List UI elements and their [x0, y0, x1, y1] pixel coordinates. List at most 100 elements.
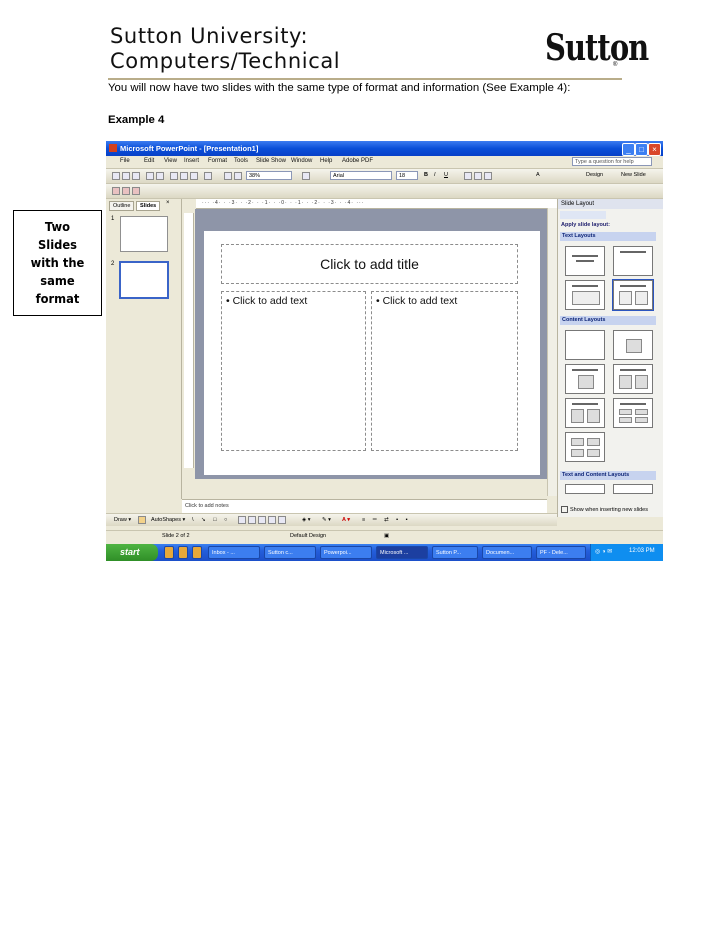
layout-title-only[interactable]	[565, 246, 605, 276]
design-button[interactable]: Design	[586, 172, 603, 178]
menu-slide-show[interactable]: Slide Show	[256, 158, 286, 164]
diagram-icon[interactable]	[258, 516, 266, 524]
menu-file[interactable]: File	[120, 158, 130, 164]
chart-icon[interactable]	[224, 172, 232, 180]
slide-thumbnail-1[interactable]	[120, 216, 168, 252]
notes-pane[interactable]: Click to add notes	[182, 499, 547, 513]
fill-color-button[interactable]: ◈ ▾	[302, 517, 311, 523]
vertical-scrollbar[interactable]	[547, 208, 557, 496]
underline-button[interactable]: U	[444, 172, 448, 178]
menu-tools[interactable]: Tools	[234, 158, 248, 164]
align-center-icon[interactable]	[474, 172, 482, 180]
line-style-buttons[interactable]: ≡ ═ ⇄ ▪ ▪	[362, 517, 411, 523]
layout-title-two-content-over[interactable]	[565, 398, 605, 428]
right-content-placeholder[interactable]: • Click to add text	[371, 291, 518, 451]
minimize-button[interactable]: _	[622, 143, 635, 156]
clipart-icon[interactable]	[268, 516, 276, 524]
title-line-2: Computers/Technical	[110, 49, 341, 73]
align-left-icon[interactable]	[464, 172, 472, 180]
textbox-icon[interactable]	[238, 516, 246, 524]
slide-sorter-icon[interactable]	[132, 187, 140, 195]
tray-icons[interactable]: ◎ ◑ ✉	[595, 548, 612, 555]
slide-count: Slide 2 of 2	[162, 533, 190, 539]
draw-menu-button[interactable]: Draw ▾	[114, 517, 131, 523]
tab-outline[interactable]: Outline	[109, 201, 135, 211]
title-placeholder[interactable]: Click to add title	[221, 244, 518, 284]
menu-format[interactable]: Format	[208, 158, 227, 164]
menu-bar: File Edit View Insert Format Tools Slide…	[106, 156, 663, 169]
slide-thumbnail-2[interactable]	[119, 261, 169, 299]
font-select[interactable]: Arial	[330, 171, 392, 180]
start-button[interactable]: start	[106, 544, 158, 561]
slide-show-icon[interactable]	[112, 187, 120, 195]
task-pane-header: Slide Layout	[558, 199, 663, 209]
slide-canvas[interactable]: Click to add title • Click to add text •…	[204, 231, 540, 475]
taskbar-item-document[interactable]: Documen...	[482, 546, 532, 559]
table-icon[interactable]	[234, 172, 242, 180]
help-icon[interactable]	[302, 172, 310, 180]
layout-title[interactable]	[613, 246, 653, 276]
close-button[interactable]: ×	[648, 143, 661, 156]
quick-launch-icon-2[interactable]	[178, 546, 188, 559]
undo-icon[interactable]	[204, 172, 212, 180]
cut-icon[interactable]	[170, 172, 178, 180]
taskbar-item-sutton[interactable]: Sutton c...	[264, 546, 316, 559]
menu-insert[interactable]: Insert	[184, 158, 199, 164]
align-right-icon[interactable]	[484, 172, 492, 180]
select-objects-icon[interactable]	[138, 516, 146, 524]
bold-button[interactable]: B	[424, 172, 428, 178]
taskbar-item-microsoft[interactable]: Microsoft ...	[376, 546, 428, 559]
menu-edit[interactable]: Edit	[144, 158, 154, 164]
wordart-icon[interactable]	[248, 516, 256, 524]
slide-number-1: 1	[111, 216, 115, 222]
menu-window[interactable]: Window	[291, 158, 312, 164]
font-size-select[interactable]: 18	[396, 171, 418, 180]
layout-two-content[interactable]	[613, 364, 653, 394]
font-color-draw-button[interactable]: A ▾	[342, 517, 350, 523]
quick-launch-icon-3[interactable]	[192, 546, 202, 559]
layout-text-content-partial-1[interactable]	[565, 484, 605, 494]
layout-four-content[interactable]	[565, 432, 605, 462]
left-content-placeholder[interactable]: • Click to add text	[221, 291, 366, 451]
layout-two-column-text[interactable]	[612, 279, 654, 311]
tab-slides[interactable]: Slides	[136, 201, 161, 211]
taskbar-item-inbox[interactable]: Inbox - ...	[208, 546, 260, 559]
layout-content[interactable]	[613, 330, 653, 360]
pane-close-icon[interactable]: ×	[166, 200, 170, 206]
preview-icon[interactable]	[156, 172, 164, 180]
layout-title-four-content[interactable]	[613, 398, 653, 428]
autoshapes-menu-button[interactable]: AutoShapes ▾	[151, 517, 185, 523]
taskbar-item-pf-delete[interactable]: PF - Dele...	[536, 546, 586, 559]
taskbar-item-powerpoint[interactable]: Powerpoi...	[320, 546, 372, 559]
menu-view[interactable]: View	[164, 158, 177, 164]
menu-help[interactable]: Help	[320, 158, 332, 164]
line-arrow-shapes[interactable]: \ ↘ □ ○	[192, 517, 230, 523]
task-pane-nav[interactable]	[560, 211, 606, 219]
quick-launch-icon[interactable]	[164, 546, 174, 559]
open-icon[interactable]	[122, 172, 130, 180]
save-icon[interactable]	[132, 172, 140, 180]
system-tray: ◎ ◑ ✉ 12:03 PM	[590, 544, 663, 561]
print-icon[interactable]	[146, 172, 154, 180]
layout-text-content-partial-2[interactable]	[613, 484, 653, 494]
maximize-button[interactable]: □	[635, 143, 648, 156]
show-when-inserting-checkbox[interactable]: Show when inserting new slides	[561, 506, 648, 513]
layout-blank[interactable]	[565, 330, 605, 360]
new-icon[interactable]	[112, 172, 120, 180]
paste-icon[interactable]	[190, 172, 198, 180]
clock: 12:03 PM	[629, 548, 655, 554]
taskbar-item-sutton-p[interactable]: Sutton P...	[432, 546, 478, 559]
checkbox-box[interactable]	[561, 506, 568, 513]
menu-adobe-pdf[interactable]: Adobe PDF	[342, 158, 373, 164]
line-color-button[interactable]: ✎ ▾	[322, 517, 331, 523]
zoom-select[interactable]: 38%	[246, 171, 292, 180]
italic-button[interactable]: I	[434, 172, 436, 178]
new-slide-button[interactable]: New Slide	[621, 172, 646, 178]
picture-icon[interactable]	[278, 516, 286, 524]
outline-view-icon[interactable]	[122, 187, 130, 195]
copy-icon[interactable]	[180, 172, 188, 180]
font-color-button[interactable]: A	[536, 172, 540, 178]
layout-title-text[interactable]	[565, 280, 605, 310]
help-search-input[interactable]: Type a question for help	[572, 157, 652, 166]
layout-title-content[interactable]	[565, 364, 605, 394]
